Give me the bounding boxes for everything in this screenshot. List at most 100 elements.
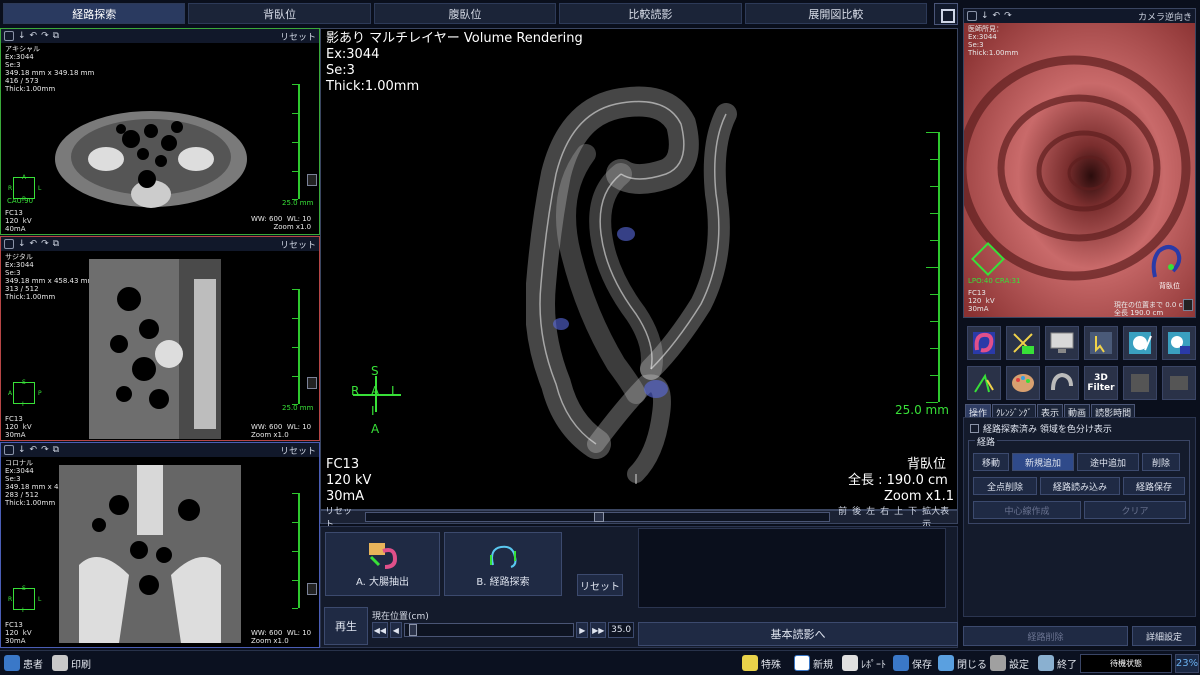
- print-button[interactable]: 印刷: [52, 655, 91, 671]
- settings-button[interactable]: 設定: [990, 655, 1029, 671]
- copy-icon[interactable]: ⧉: [53, 445, 59, 455]
- special-icon: [742, 655, 758, 671]
- cad-icon[interactable]: [1123, 326, 1157, 360]
- copy-icon[interactable]: ⧉: [53, 239, 59, 249]
- new-document-icon: [794, 655, 810, 671]
- undo-icon[interactable]: ↶: [993, 11, 1001, 21]
- insert-add-button[interactable]: 途中追加: [1077, 453, 1139, 471]
- camera-icon[interactable]: [967, 11, 977, 21]
- detail-settings-button[interactable]: 詳細設定: [1132, 626, 1196, 646]
- endoscope-scroll[interactable]: [1183, 299, 1193, 311]
- render-position: 背臥位: [907, 457, 947, 472]
- fast-forward-icon[interactable]: ▶▶: [590, 622, 607, 638]
- close-button[interactable]: 閉じる: [938, 655, 987, 671]
- measure-tool-icon[interactable]: [1006, 326, 1040, 360]
- mode-tab-bar: 経路探索 背臥位 腹臥位 比較読影 展開図比較: [0, 0, 930, 27]
- undo-icon[interactable]: ↶: [30, 445, 38, 455]
- route-legend: 経路: [975, 435, 998, 448]
- download-icon[interactable]: ↓: [18, 239, 26, 249]
- redo-icon[interactable]: ↷: [41, 445, 49, 455]
- axial-bl-info: FC13 120 kV 40mA: [5, 209, 32, 233]
- monitor-icon[interactable]: [1045, 326, 1079, 360]
- axial-scale-label: 25.0 mm: [282, 199, 314, 207]
- sagittal-reset-button[interactable]: リセット: [280, 238, 316, 251]
- colon-extract-button[interactable]: A. 大腸抽出: [325, 532, 440, 596]
- sagittal-toolbar: ↓ ↶ ↷ ⧉ リセット: [1, 237, 319, 251]
- workflow-reset-button[interactable]: リセット: [577, 574, 623, 596]
- sagittal-scale-label: 25.0 mm: [282, 404, 314, 412]
- save-button[interactable]: 保存: [893, 655, 932, 671]
- axial-orientation-cube: A R L P: [8, 174, 42, 203]
- camera-reverse-button[interactable]: カメラ逆向き: [1138, 10, 1192, 23]
- redo-icon[interactable]: ↷: [41, 31, 49, 41]
- axial-slice-scroll[interactable]: [307, 174, 317, 186]
- tab-route-search[interactable]: 経路探索: [3, 3, 186, 24]
- render-scale-label: 25.0 mm: [895, 403, 949, 417]
- sagittal-viewport[interactable]: ↓ ↶ ↷ ⧉ リセット サジタル Ex:3044 Se:3 349.18 mm…: [0, 236, 320, 441]
- colon-unfold-icon[interactable]: [1045, 365, 1079, 400]
- undo-icon[interactable]: ↶: [30, 239, 38, 249]
- render-slider[interactable]: [364, 512, 831, 522]
- move-button[interactable]: 移動: [973, 453, 1009, 471]
- tab-prone[interactable]: 腹臥位: [373, 3, 557, 24]
- sagittal-orientation-cube: S A P I: [8, 379, 42, 408]
- rewind-icon[interactable]: ◀◀: [372, 622, 388, 638]
- play-button[interactable]: 再生: [324, 607, 368, 645]
- save-route-button[interactable]: 経路保存: [1123, 477, 1185, 495]
- basic-reading-button[interactable]: 基本読影へ: [638, 622, 958, 646]
- coronal-reset-button[interactable]: リセット: [280, 444, 316, 457]
- position-slider[interactable]: [403, 623, 575, 637]
- redo-icon[interactable]: ↷: [41, 239, 49, 249]
- patient-button[interactable]: 患者: [4, 655, 43, 671]
- camera-icon[interactable]: [4, 445, 14, 455]
- axial-reset-button[interactable]: リセット: [280, 30, 316, 43]
- step-forward-icon[interactable]: ▶: [576, 622, 589, 638]
- position-value[interactable]: 35.0: [608, 622, 635, 638]
- coronal-slice-scroll[interactable]: [307, 583, 317, 595]
- coronal-toolbar: ↓ ↶ ↷ ⧉ リセット: [1, 443, 319, 457]
- annotation-tool-icon[interactable]: [967, 365, 1001, 400]
- endoscope-viewport[interactable]: ↓ ↶ ↷ カメラ逆向き 医師所見： Ex:3044 Se:3 Thick:1.…: [963, 8, 1196, 318]
- new-button[interactable]: 新規: [794, 655, 833, 671]
- special-button[interactable]: 特殊: [742, 655, 781, 671]
- exit-icon: [1038, 655, 1054, 671]
- tab-supine[interactable]: 背臥位: [188, 3, 371, 24]
- tab-compare[interactable]: 比較読影: [559, 3, 742, 24]
- download-icon[interactable]: ↓: [981, 11, 989, 21]
- download-icon[interactable]: ↓: [18, 445, 26, 455]
- volume-rendering-viewport[interactable]: 影あり マルチレイヤー Volume Rendering Ex:3044 Se:…: [320, 28, 958, 510]
- palette-icon[interactable]: [1006, 365, 1040, 400]
- coronal-viewport[interactable]: ↓ ↶ ↷ ⧉ リセット コロナル Ex:3044 Se:3 349.18 mm…: [0, 442, 320, 648]
- coronal-ct-image: [59, 465, 241, 643]
- tab-unfold-compare[interactable]: 展開図比較: [744, 3, 928, 24]
- delete-button[interactable]: 削除: [1142, 453, 1180, 471]
- status-indicator: 待機状態: [1080, 654, 1172, 673]
- sagittal-slice-scroll[interactable]: [307, 377, 317, 389]
- step-back-icon[interactable]: ◀: [389, 622, 402, 638]
- tool-grid: 3D Filter: [965, 324, 1198, 402]
- route-delete-button: 経路削除: [963, 626, 1128, 646]
- axial-ct-image: [55, 111, 247, 208]
- download-icon[interactable]: ↓: [18, 31, 26, 41]
- render-control-bar: リセット 前 後 左 右 上 下 拡大表示: [320, 507, 958, 530]
- delete-all-button[interactable]: 全点削除: [973, 477, 1037, 495]
- redo-icon[interactable]: ↷: [1004, 11, 1012, 21]
- pointer-tool-icon[interactable]: [1084, 326, 1118, 360]
- window-maximize-button[interactable]: [934, 3, 958, 25]
- load-route-button[interactable]: 経路読み込み: [1040, 477, 1120, 495]
- camera-icon[interactable]: [4, 31, 14, 41]
- camera-icon[interactable]: [4, 239, 14, 249]
- color-code-checkbox[interactable]: [970, 424, 979, 433]
- exit-button[interactable]: 終了: [1038, 655, 1077, 671]
- 3d-filter-button[interactable]: 3D Filter: [1084, 365, 1118, 400]
- report-button[interactable]: ﾚﾎﾟｰﾄ: [842, 655, 886, 671]
- colon-navigator-icon[interactable]: [1149, 241, 1183, 281]
- route-search-button[interactable]: B. 経路探索: [444, 532, 562, 596]
- status-bar: 患者 印刷 特殊 新規 ﾚﾎﾟｰﾄ 保存 閉じる 設定 終了 待機状態 23%: [0, 650, 1200, 675]
- new-add-button[interactable]: 新規追加: [1012, 453, 1074, 471]
- colon-mode-icon[interactable]: [967, 326, 1001, 360]
- undo-icon[interactable]: ↶: [30, 31, 38, 41]
- cad-3d-icon[interactable]: [1162, 326, 1196, 360]
- axial-viewport[interactable]: ↓ ↶ ↷ ⧉ リセット アキシャル Ex:3044 Se:3 349.18 m…: [0, 28, 320, 235]
- copy-icon[interactable]: ⧉: [53, 31, 59, 41]
